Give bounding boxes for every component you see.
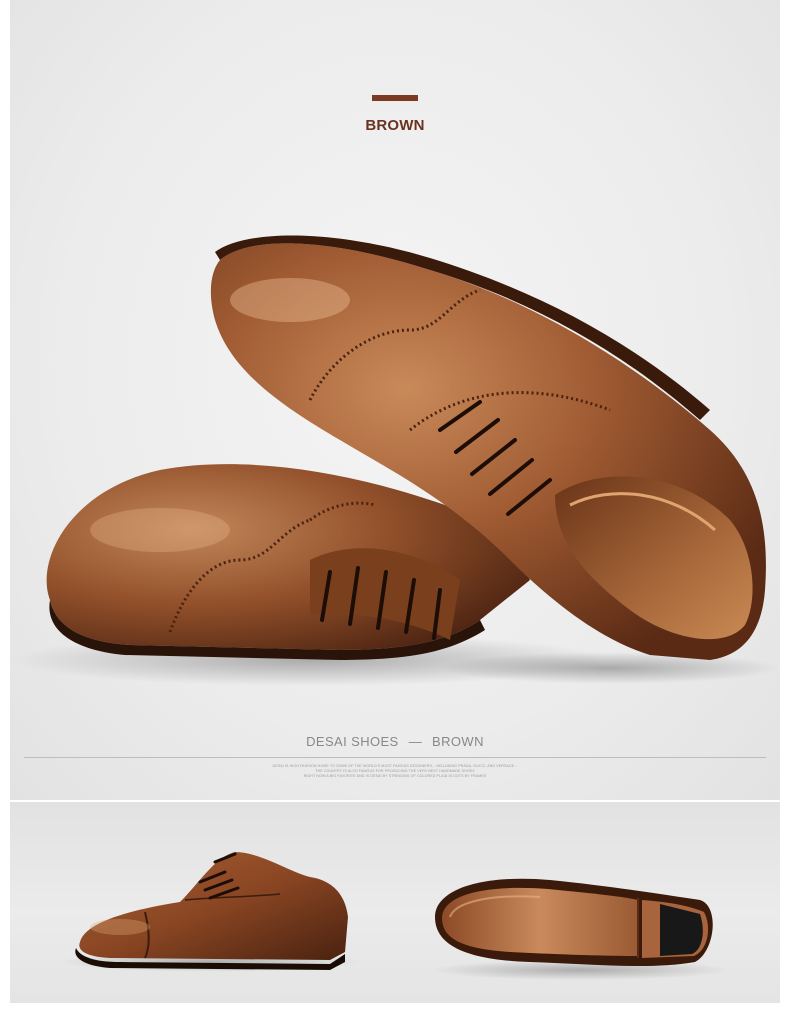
detail-section <box>10 802 780 1003</box>
hero-section: BROWN DESAI SHOES — BROWN DESAI IS HIGH … <box>10 0 780 800</box>
product-caption: DESAI SHOES — BROWN <box>10 734 780 749</box>
caption-dash: — <box>408 734 423 749</box>
sole-view-shoe-image[interactable] <box>430 878 730 980</box>
detail-views <box>60 852 730 980</box>
caption-brand: DESAI SHOES <box>306 734 399 749</box>
side-view-shoe-image[interactable] <box>60 852 360 972</box>
fine-print: DESAI IS HIGH FASHION HOME TO SOME OF TH… <box>10 764 780 779</box>
brogue-shoe-pair-image[interactable] <box>10 0 780 730</box>
divider-line <box>24 757 766 758</box>
fine-print-line: RIGHT NOW A BIG FAVORITE AND IS DESAI BY… <box>303 774 487 778</box>
caption-color: BROWN <box>432 734 484 749</box>
